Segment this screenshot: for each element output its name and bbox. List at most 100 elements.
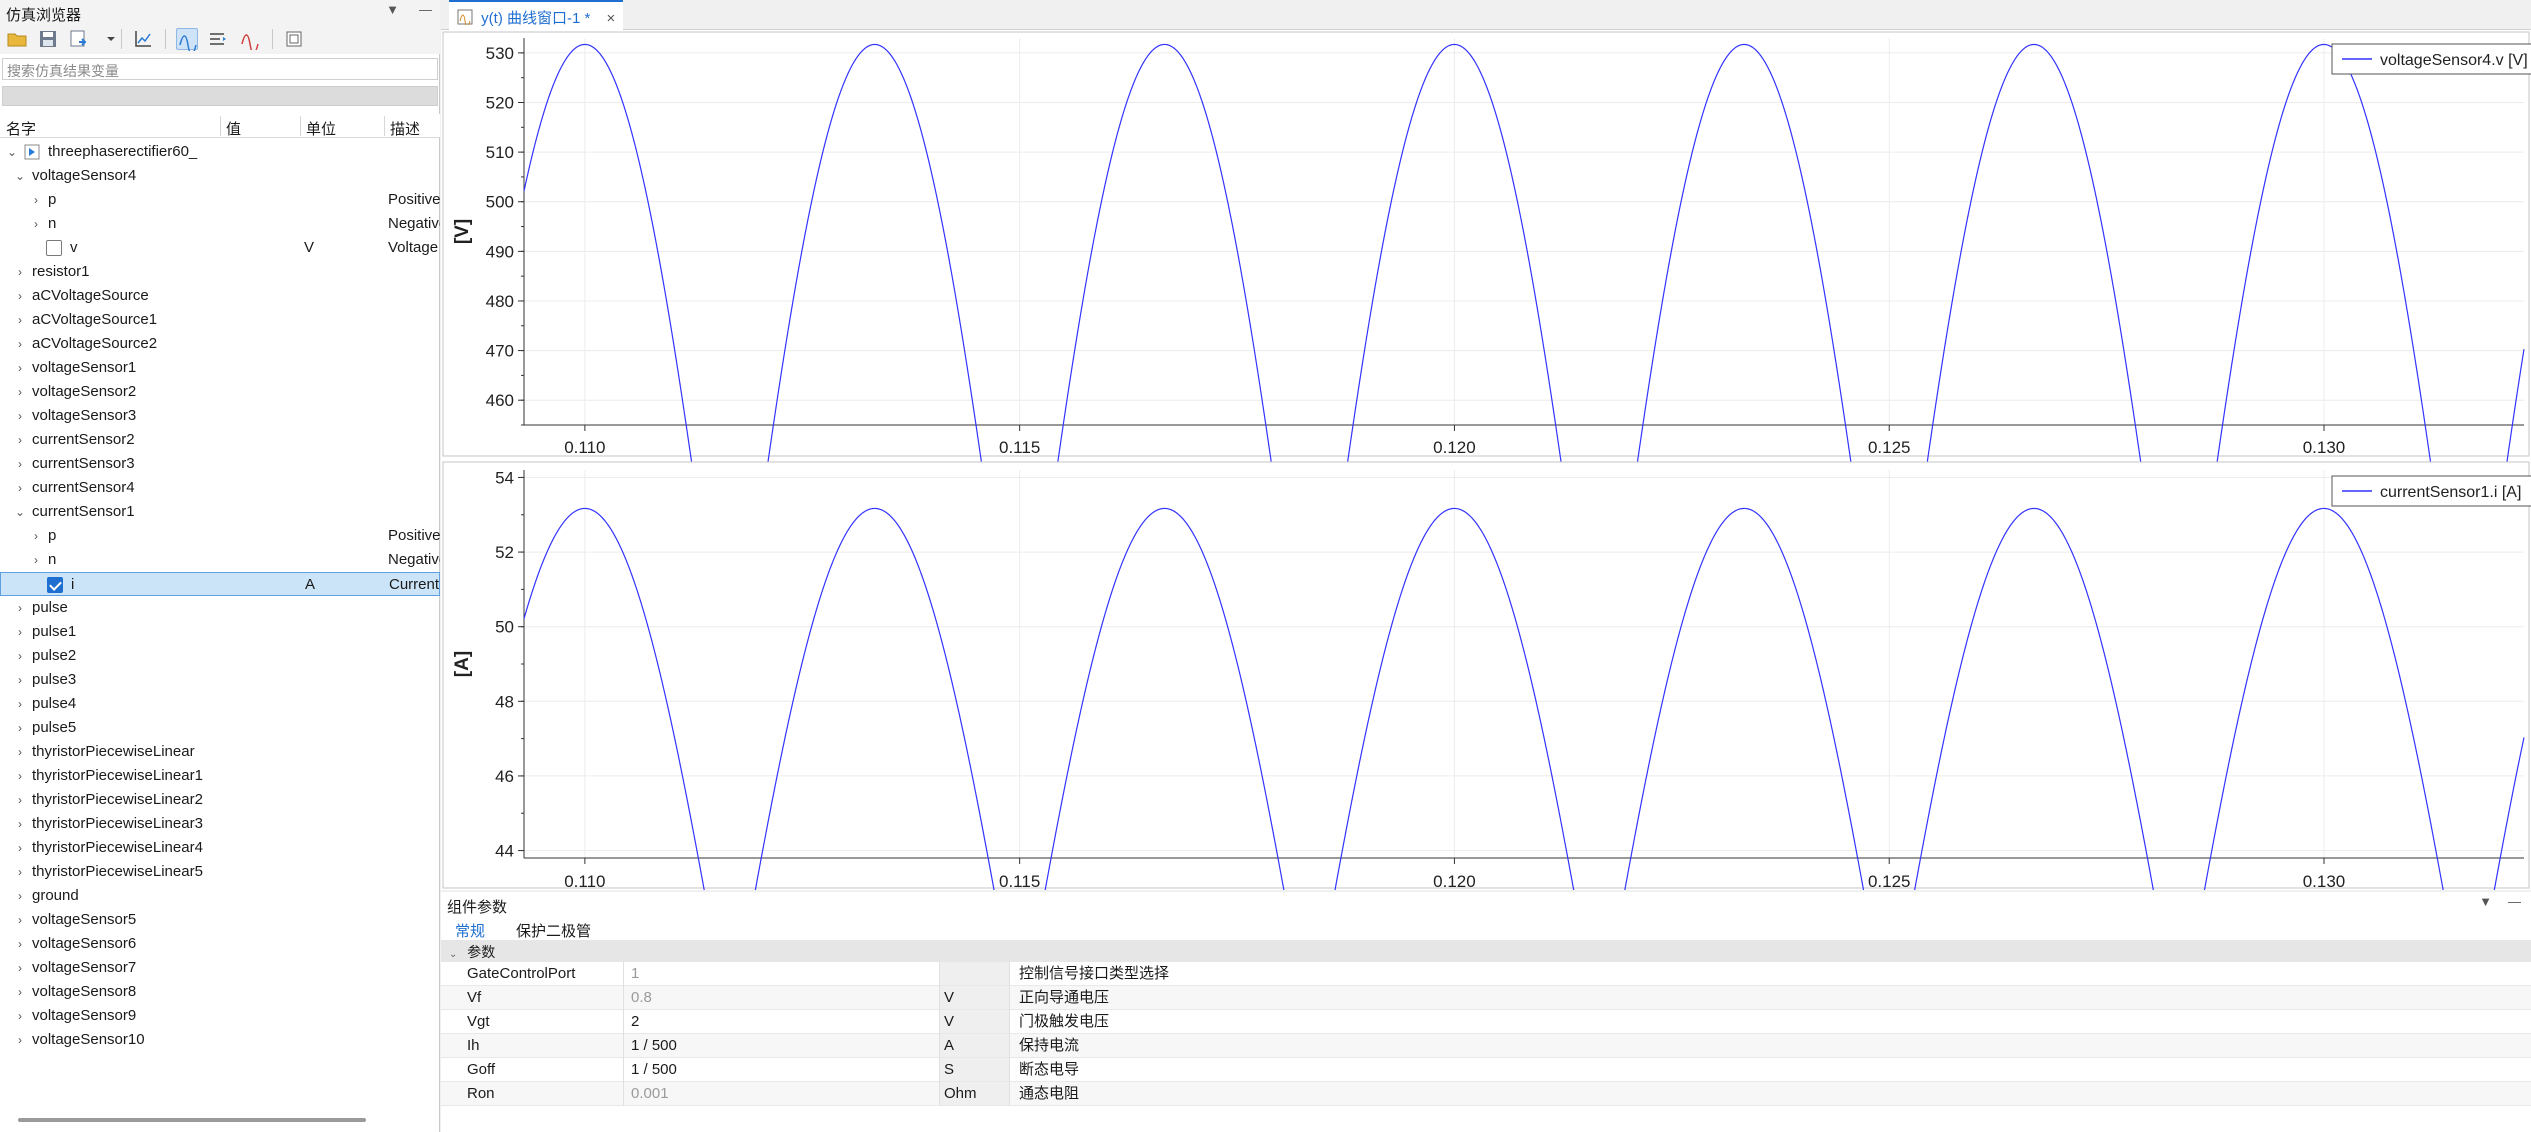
tree-row[interactable]: › aCVoltageSource2 [0, 332, 440, 356]
column-value[interactable]: 值 [226, 118, 241, 139]
dropdown-arrow-icon[interactable] [100, 28, 115, 50]
expanded-arrow-icon[interactable]: ⌄ [6, 140, 18, 164]
param-row[interactable]: Ron 0.001 Ohm 通态电阻 [441, 1082, 2531, 1106]
tree-row[interactable]: › thyristorPiecewiseLinear5 [0, 860, 440, 884]
collapse-icon[interactable]: ⌄ [449, 949, 457, 960]
tree-row[interactable]: › n Negative [0, 212, 440, 236]
tree-row[interactable]: › thyristorPiecewiseLinear [0, 740, 440, 764]
params-minimize-icon[interactable]: — [2508, 894, 2521, 909]
tree-row[interactable]: › voltageSensor1 [0, 356, 440, 380]
param-row[interactable]: Vgt 2 V 门极触发电压 [441, 1010, 2531, 1034]
params-section-header[interactable]: ⌄ 参数 [441, 940, 2531, 962]
tree-row[interactable]: › ground [0, 884, 440, 908]
panel-minimize-icon[interactable]: — [419, 2, 432, 17]
tree-row[interactable]: › voltageSensor5 [0, 908, 440, 932]
new-plot-icon[interactable] [132, 28, 154, 50]
filter-bar[interactable] [2, 86, 438, 106]
collapsed-arrow-icon[interactable]: › [14, 428, 26, 452]
plot-canvas[interactable]: 0.110 0.115 0.120 0.125 0.130460470480490500… [441, 30, 2531, 890]
tree-row[interactable]: › pulse3 [0, 668, 440, 692]
collapsed-arrow-icon[interactable]: › [14, 812, 26, 836]
collapsed-arrow-icon[interactable]: › [14, 836, 26, 860]
collapsed-arrow-icon[interactable]: › [30, 188, 42, 212]
horizontal-scrollbar[interactable] [18, 1118, 366, 1122]
collapsed-arrow-icon[interactable]: › [14, 908, 26, 932]
tree-row[interactable]: › currentSensor4 [0, 476, 440, 500]
tree-row[interactable]: › pulse [0, 596, 440, 620]
column-name[interactable]: 名字 [6, 118, 36, 139]
param-row[interactable]: Ih 1 / 500 A 保持电流 [441, 1034, 2531, 1058]
param-value-field[interactable]: 1 [631, 962, 639, 986]
tree-row[interactable]: › thyristorPiecewiseLinear4 [0, 836, 440, 860]
tree-row[interactable]: › voltageSensor2 [0, 380, 440, 404]
tree-row[interactable]: › n Negative [0, 548, 440, 572]
collapsed-arrow-icon[interactable]: › [14, 740, 26, 764]
tab-plot-window[interactable]: y(t) 曲线窗口-1 * × [449, 0, 624, 30]
tree-row[interactable]: › pulse1 [0, 620, 440, 644]
param-value-field[interactable]: 1 / 500 [631, 1034, 677, 1058]
collapsed-arrow-icon[interactable]: › [14, 404, 26, 428]
tree-row[interactable]: › pulse5 [0, 716, 440, 740]
tree-row[interactable]: › aCVoltageSource [0, 284, 440, 308]
expanded-arrow-icon[interactable]: ⌄ [14, 500, 26, 524]
param-row[interactable]: Goff 1 / 500 S 断态电导 [441, 1058, 2531, 1082]
tree-row[interactable]: › p Positive [0, 188, 440, 212]
collapsed-arrow-icon[interactable]: › [14, 692, 26, 716]
collapsed-arrow-icon[interactable]: › [30, 548, 42, 572]
collapsed-arrow-icon[interactable]: › [14, 596, 26, 620]
tree-row[interactable]: › pulse2 [0, 644, 440, 668]
params-menu-icon[interactable]: ▼ [2479, 894, 2492, 909]
open-folder-icon[interactable] [6, 28, 28, 50]
tree-row[interactable]: › pulse4 [0, 692, 440, 716]
collapsed-arrow-icon[interactable]: › [14, 788, 26, 812]
tree-row[interactable]: › voltageSensor3 [0, 404, 440, 428]
export-icon[interactable] [68, 28, 90, 50]
expanded-arrow-icon[interactable]: ⌄ [14, 164, 26, 188]
tree-row[interactable]: i A Current [0, 572, 440, 596]
collapsed-arrow-icon[interactable]: › [14, 452, 26, 476]
tree-row[interactable]: › p Positive [0, 524, 440, 548]
param-value-field[interactable]: 2 [631, 1010, 639, 1034]
tree-row[interactable]: › thyristorPiecewiseLinear3 [0, 812, 440, 836]
tree-row[interactable]: › currentSensor2 [0, 428, 440, 452]
collapsed-arrow-icon[interactable]: › [30, 212, 42, 236]
tab-protection-diode[interactable]: 保护二极管 [516, 920, 591, 941]
close-tab-icon[interactable]: × [607, 10, 616, 27]
tree-row[interactable]: › thyristorPiecewiseLinear1 [0, 764, 440, 788]
collapsed-arrow-icon[interactable]: › [14, 260, 26, 284]
param-row[interactable]: GateControlPort 1 控制信号接口类型选择 [441, 962, 2531, 986]
collapsed-arrow-icon[interactable]: › [14, 884, 26, 908]
tree-row[interactable]: › voltageSensor7 [0, 956, 440, 980]
column-description[interactable]: 描述 [390, 118, 420, 139]
collapsed-arrow-icon[interactable]: › [14, 956, 26, 980]
tree-row[interactable]: › voltageSensor10 [0, 1028, 440, 1052]
collapsed-arrow-icon[interactable]: › [14, 356, 26, 380]
collapsed-arrow-icon[interactable]: › [14, 932, 26, 956]
variable-checkbox[interactable] [47, 577, 63, 593]
tree-row[interactable]: › currentSensor3 [0, 452, 440, 476]
tree-row[interactable]: › voltageSensor9 [0, 1004, 440, 1028]
collapsed-arrow-icon[interactable]: › [14, 644, 26, 668]
collapsed-arrow-icon[interactable]: › [14, 332, 26, 356]
param-value-field[interactable]: 1 / 500 [631, 1058, 677, 1082]
param-value-field[interactable]: 0.001 [631, 1082, 669, 1106]
collapsed-arrow-icon[interactable]: › [14, 1028, 26, 1052]
tree-row[interactable]: › thyristorPiecewiseLinear2 [0, 788, 440, 812]
curve-mode-icon[interactable] [176, 28, 199, 55]
variable-checkbox[interactable] [46, 240, 62, 256]
column-unit[interactable]: 单位 [306, 118, 336, 139]
collapsed-arrow-icon[interactable]: › [14, 620, 26, 644]
param-value-field[interactable]: 0.8 [631, 986, 652, 1010]
window-icon[interactable] [283, 28, 305, 50]
save-icon[interactable] [37, 28, 59, 50]
collapsed-arrow-icon[interactable]: › [14, 716, 26, 740]
tree-row[interactable]: v V Voltage [0, 236, 440, 260]
tree-row[interactable]: ⌄ currentSensor1 [0, 500, 440, 524]
list-filter-icon[interactable] [207, 28, 229, 50]
collapsed-arrow-icon[interactable]: › [30, 524, 42, 548]
panel-menu-icon[interactable]: ▼ [386, 2, 399, 17]
collapsed-arrow-icon[interactable]: › [14, 380, 26, 404]
tree-row[interactable]: ⌄ threephaserectifier60_ [0, 140, 440, 164]
tree-row[interactable]: › aCVoltageSource1 [0, 308, 440, 332]
tree-row[interactable]: › voltageSensor6 [0, 932, 440, 956]
